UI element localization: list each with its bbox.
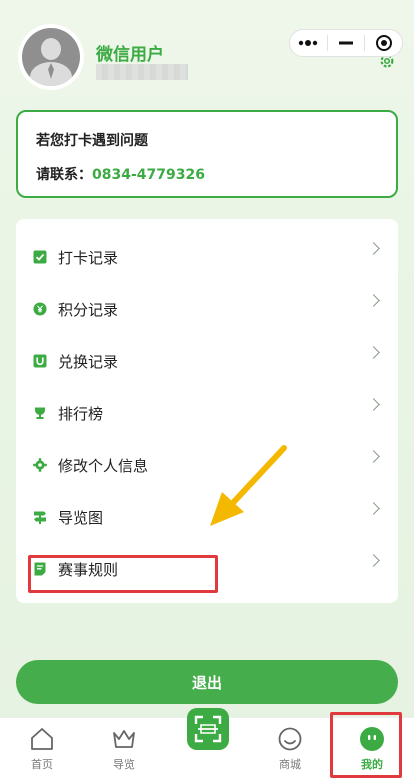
scan-icon xyxy=(194,715,222,743)
chevron-right-icon xyxy=(367,294,380,307)
contact-card: 若您打卡遇到问题 请联系：0834-4779326 xyxy=(16,110,398,198)
tab-mall[interactable]: 商城 xyxy=(269,718,311,780)
contact-label: 请联系： xyxy=(36,167,92,183)
user-id-blurred xyxy=(96,64,188,80)
menu-item-checkin-records[interactable]: 打卡记录 xyxy=(16,232,398,282)
tab-home[interactable]: 首页 xyxy=(21,718,63,780)
contact-line2: 请联系：0834-4779326 xyxy=(36,164,378,184)
gear-icon xyxy=(33,458,47,472)
menu-label: 修改个人信息 xyxy=(58,456,149,475)
crown-icon xyxy=(113,730,135,748)
tab-label: 导览 xyxy=(113,758,135,771)
avatar-image xyxy=(22,28,80,86)
menu-label: 赛事规则 xyxy=(58,560,119,579)
chevron-right-icon xyxy=(367,554,380,567)
menu-label: 积分记录 xyxy=(58,300,119,319)
checkin-icon xyxy=(33,250,47,264)
menu-label: 兑换记录 xyxy=(58,352,119,371)
chevron-right-icon xyxy=(367,502,380,515)
chevron-right-icon xyxy=(367,346,380,359)
user-name: 微信用户 xyxy=(96,45,164,65)
home-icon xyxy=(31,728,53,750)
more-button[interactable] xyxy=(290,30,327,56)
smile-icon xyxy=(278,727,302,751)
chevron-right-icon xyxy=(367,398,380,411)
avatar[interactable] xyxy=(18,24,84,90)
menu-item-event-rules[interactable]: 赛事规则 xyxy=(16,544,398,594)
contact-line1: 若您打卡遇到问题 xyxy=(36,133,148,149)
menu-label: 排行榜 xyxy=(58,404,104,423)
close-miniprogram-button[interactable] xyxy=(365,30,402,56)
exchange-icon xyxy=(33,354,47,368)
chevron-right-icon xyxy=(367,450,380,463)
profile-icon xyxy=(360,727,384,751)
menu-item-leaderboard[interactable]: 排行榜 xyxy=(16,388,398,438)
trophy-icon xyxy=(35,407,45,419)
target-close-icon xyxy=(375,35,392,51)
scan-button[interactable] xyxy=(187,708,229,750)
minus-icon xyxy=(339,41,353,45)
tab-label: 商城 xyxy=(279,758,301,771)
menu-label: 导览图 xyxy=(58,508,104,527)
menu-card: 打卡记录 积分记录 兑换记录 排行榜 修改个人信息 导览图 赛事规则 xyxy=(16,219,398,603)
menu-label: 打卡记录 xyxy=(58,248,119,267)
menu-item-points-records[interactable]: 积分记录 xyxy=(16,284,398,334)
rules-icon xyxy=(34,562,46,576)
miniprogram-capsule xyxy=(289,29,403,57)
annotation-arrow xyxy=(210,445,287,526)
tab-mine[interactable]: 我的 xyxy=(351,718,393,780)
minimize-button[interactable] xyxy=(328,30,365,56)
signpost-icon xyxy=(34,511,46,524)
points-icon xyxy=(33,302,47,316)
logout-button[interactable]: 退出 xyxy=(16,660,398,704)
menu-item-exchange-records[interactable]: 兑换记录 xyxy=(16,336,398,386)
chevron-right-icon xyxy=(367,242,380,255)
tab-label: 首页 xyxy=(31,758,53,771)
tab-guide[interactable]: 导览 xyxy=(103,718,145,780)
contact-phone[interactable]: 0834-4779326 xyxy=(92,167,205,183)
more-dots-icon xyxy=(299,40,318,46)
tab-label: 我的 xyxy=(361,758,383,771)
